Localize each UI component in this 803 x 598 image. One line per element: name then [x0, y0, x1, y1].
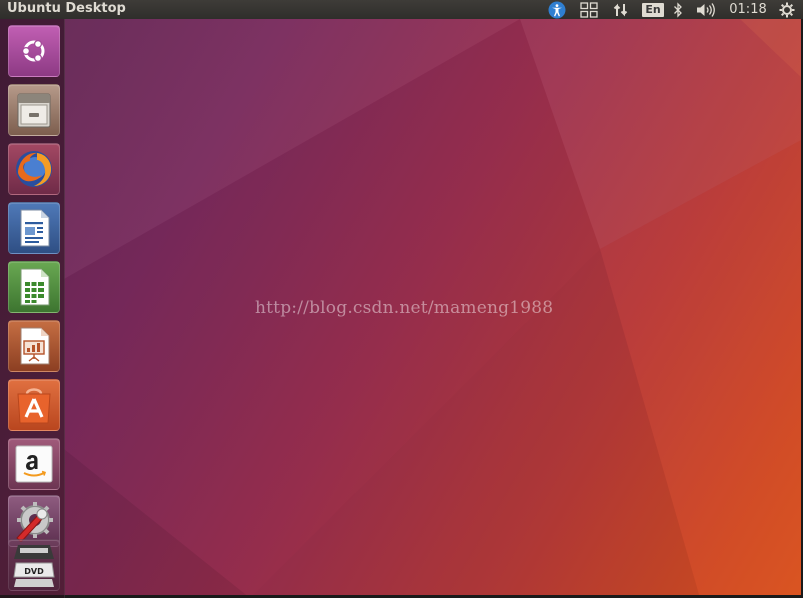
session-menu[interactable]: [776, 0, 798, 19]
amazon-icon: [15, 445, 53, 483]
watermark-text: http://blog.csdn.net/mameng1988: [255, 298, 554, 318]
launcher-libreoffice-impress[interactable]: [8, 320, 60, 372]
session-gear-icon: [779, 2, 795, 17]
window-title: Ubuntu Desktop: [7, 1, 126, 16]
volume-icon: [697, 2, 715, 17]
top-panel: Ubuntu Desktop En 01:18: [0, 0, 803, 19]
keyboard-layout-indicator[interactable]: En: [641, 0, 665, 19]
bluetooth-indicator[interactable]: [670, 0, 686, 19]
launcher-dvd-drive[interactable]: DVD: [8, 539, 60, 591]
launcher-files[interactable]: [8, 84, 60, 136]
accessibility-indicator[interactable]: [546, 0, 568, 19]
firefox-icon: [16, 151, 52, 187]
svg-text:DVD: DVD: [24, 567, 44, 576]
settings-wrench-icon: [16, 502, 53, 542]
software-bag-icon: [17, 388, 51, 424]
launcher-dash-home[interactable]: [8, 25, 60, 77]
dvd-icon: DVD: [13, 545, 55, 587]
calc-spreadsheet-icon: [20, 268, 50, 306]
launcher-libreoffice-calc[interactable]: [8, 261, 60, 313]
ubuntu-logo-icon: [21, 39, 45, 63]
network-indicator[interactable]: [611, 0, 631, 19]
launcher-libreoffice-writer[interactable]: [8, 202, 60, 254]
impress-presentation-icon: [20, 327, 50, 365]
screen: http://blog.csdn.net/mameng1988 Ubuntu D…: [0, 0, 803, 598]
keyboard-layout-label: En: [642, 2, 664, 17]
bluetooth-icon: [674, 1, 682, 18]
workspace-switcher-icon: [580, 1, 598, 18]
accessibility-icon: [548, 1, 566, 18]
workspace-switcher-indicator[interactable]: [578, 0, 600, 19]
file-cabinet-icon: [17, 93, 51, 128]
volume-indicator[interactable]: [694, 0, 718, 19]
network-icon: [613, 3, 628, 16]
clock[interactable]: 01:18: [726, 0, 770, 19]
launcher-firefox[interactable]: [8, 143, 60, 195]
launcher-ubuntu-software[interactable]: [8, 379, 60, 431]
launcher-amazon[interactable]: [8, 438, 60, 490]
launcher: DVD: [0, 19, 65, 598]
writer-document-icon: [20, 209, 50, 247]
desktop-wallpaper[interactable]: http://blog.csdn.net/mameng1988: [0, 19, 803, 598]
